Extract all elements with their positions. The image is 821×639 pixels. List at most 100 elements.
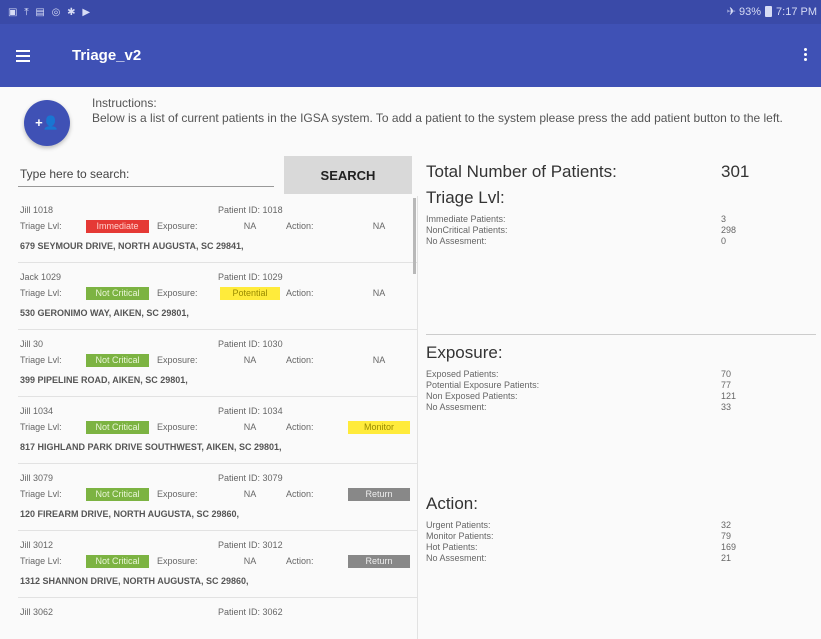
- patient-card[interactable]: Jill 3079 Patient ID: 3079 Triage Lvl: N…: [18, 464, 417, 531]
- stat-label: Non Exposed Patients:: [426, 391, 518, 401]
- stat-row: Urgent Patients: 32: [426, 520, 816, 531]
- total-patients-label: Total Number of Patients:: [426, 162, 617, 181]
- triage-label: Triage Lvl:: [20, 422, 62, 432]
- patient-address: 817 HIGHLAND PARK DRIVE SOUTHWEST, AIKEN…: [20, 442, 282, 452]
- action-label: Action:: [286, 221, 314, 231]
- stat-value: 21: [721, 553, 732, 563]
- patient-card[interactable]: Jill 3062 Patient ID: 3062: [18, 598, 417, 639]
- patient-status-row: Triage Lvl: Not Critical Exposure: NA Ac…: [20, 421, 416, 434]
- triage-label: Triage Lvl:: [20, 556, 62, 566]
- patient-id: Patient ID: 1030: [218, 339, 283, 349]
- stat-row: Hot Patients: 169: [426, 542, 816, 553]
- patient-status-row: Triage Lvl: Immediate Exposure: NA Actio…: [20, 220, 416, 233]
- action-label: Action:: [286, 422, 314, 432]
- stat-row: NonCritical Patients: 298: [426, 225, 816, 236]
- menu-icon[interactable]: [16, 44, 60, 68]
- stat-label: Exposed Patients:: [426, 369, 499, 379]
- triage-badge: Immediate: [86, 220, 149, 233]
- stat-label: Immediate Patients:: [426, 214, 506, 224]
- stat-value: 32: [721, 520, 732, 530]
- patient-card[interactable]: Jill 3012 Patient ID: 3012 Triage Lvl: N…: [18, 531, 417, 598]
- stat-value: 77: [721, 380, 732, 390]
- exposure-badge: Potential: [220, 287, 280, 300]
- patient-name: Jill 3079: [20, 473, 54, 483]
- stat-label: Monitor Patients:: [426, 531, 494, 541]
- status-bar: ▣ ⤒ ▤ ◎ ✱ ▶ ✈ 93% 7:17 PM: [0, 0, 821, 24]
- stat-value: 121: [721, 391, 737, 401]
- exposure-label: Exposure:: [157, 422, 198, 432]
- exposure-badge: NA: [243, 556, 257, 566]
- triage-label: Triage Lvl:: [20, 355, 62, 365]
- patient-name: Jill 3062: [20, 607, 54, 617]
- patient-id: Patient ID: 1018: [218, 205, 283, 215]
- search-input[interactable]: [18, 161, 274, 187]
- patient-name: Jill 3012: [20, 540, 54, 550]
- action-badge: NA: [372, 288, 386, 298]
- triage-label: Triage Lvl:: [20, 288, 62, 298]
- triage-label: Triage Lvl:: [20, 489, 62, 499]
- action-badge: Return: [348, 488, 410, 501]
- status-right: ✈ 93% 7:17 PM: [726, 5, 817, 19]
- search-button[interactable]: SEARCH: [284, 156, 412, 194]
- patient-id: Patient ID: 3062: [218, 607, 283, 617]
- more-vert-icon[interactable]: [799, 48, 811, 68]
- status-icons: ▣ ⤒ ▤ ◎ ✱ ▶: [8, 6, 93, 18]
- action-badge: NA: [372, 355, 386, 365]
- stat-label: NonCritical Patients:: [426, 225, 508, 235]
- patient-card[interactable]: Jack 1029 Patient ID: 1029 Triage Lvl: N…: [18, 263, 417, 330]
- stat-row: No Assesment: 33: [426, 402, 816, 413]
- exposure-summary-title: Exposure:: [426, 343, 503, 362]
- patient-card[interactable]: Jill 1034 Patient ID: 1034 Triage Lvl: N…: [18, 397, 417, 464]
- instructions-heading: Instructions:: [92, 96, 157, 110]
- patient-address: 399 PIPELINE ROAD, AIKEN, SC 29801,: [20, 375, 188, 385]
- airplane-battery-icons: ✈ 93%: [726, 6, 762, 18]
- patient-address: 530 GERONIMO WAY, AIKEN, SC 29801,: [20, 308, 189, 318]
- stat-value: 33: [721, 402, 732, 412]
- action-badge: NA: [372, 221, 386, 231]
- stat-row: Non Exposed Patients: 121: [426, 391, 816, 402]
- triage-badge: Not Critical: [86, 354, 149, 367]
- patient-id: Patient ID: 3079: [218, 473, 283, 483]
- list-scrollbar[interactable]: [413, 198, 416, 274]
- patient-card[interactable]: Jill 1018 Patient ID: 1018 Triage Lvl: I…: [18, 196, 417, 263]
- stat-label: No Assesment:: [426, 236, 487, 246]
- exposure-badge: NA: [243, 422, 257, 432]
- app-screen: ▣ ⤒ ▤ ◎ ✱ ▶ ✈ 93% 7:17 PM Triage_v2 +👤 I…: [0, 0, 821, 639]
- divider: [426, 334, 816, 335]
- stat-value: 70: [721, 369, 732, 379]
- exposure-label: Exposure:: [157, 556, 198, 566]
- triage-label: Triage Lvl:: [20, 221, 62, 231]
- action-summary: Action: Urgent Patients: 32 Monitor Patie…: [426, 494, 816, 564]
- exposure-label: Exposure:: [157, 489, 198, 499]
- stat-row: Immediate Patients: 3: [426, 214, 816, 225]
- stat-label: Urgent Patients:: [426, 520, 491, 530]
- patient-list[interactable]: Jill 1018 Patient ID: 1018 Triage Lvl: I…: [18, 196, 418, 639]
- stat-row: No Assesment: 21: [426, 553, 816, 564]
- stat-label: No Assesment:: [426, 553, 487, 563]
- stat-value: 3: [721, 214, 727, 224]
- patient-address: 120 FIREARM DRIVE, NORTH AUGUSTA, SC 298…: [20, 509, 240, 519]
- action-label: Action:: [286, 556, 314, 566]
- action-badge: Monitor: [348, 421, 410, 434]
- patient-name: Jill 30: [20, 339, 44, 349]
- exposure-badge: NA: [243, 221, 257, 231]
- stat-value: 169: [721, 542, 737, 552]
- stat-row: Exposed Patients: 70: [426, 369, 816, 380]
- app-bar: Triage_v2: [0, 24, 821, 87]
- triage-badge: Not Critical: [86, 287, 149, 300]
- stat-value: 0: [721, 236, 727, 246]
- patient-status-row: Triage Lvl: Not Critical Exposure: NA Ac…: [20, 354, 416, 367]
- stat-value: 79: [721, 531, 732, 541]
- app-title: Triage_v2: [72, 47, 142, 64]
- patient-card[interactable]: Jill 30 Patient ID: 1030 Triage Lvl: Not…: [18, 330, 417, 397]
- triage-summary: Triage Lvl: Immediate Patients: 3 NonCrit…: [426, 188, 816, 247]
- add-patient-button[interactable]: +👤: [24, 100, 70, 146]
- total-patients-value: 301: [721, 162, 750, 181]
- stat-label: Hot Patients:: [426, 542, 478, 552]
- patient-status-row: Triage Lvl: Not Critical Exposure: Poten…: [20, 287, 416, 300]
- exposure-label: Exposure:: [157, 288, 198, 298]
- triage-badge: Not Critical: [86, 488, 149, 501]
- instructions: Instructions: Below is a list of current…: [92, 96, 814, 126]
- add-person-icon: +👤: [35, 115, 59, 130]
- triage-badge: Not Critical: [86, 555, 149, 568]
